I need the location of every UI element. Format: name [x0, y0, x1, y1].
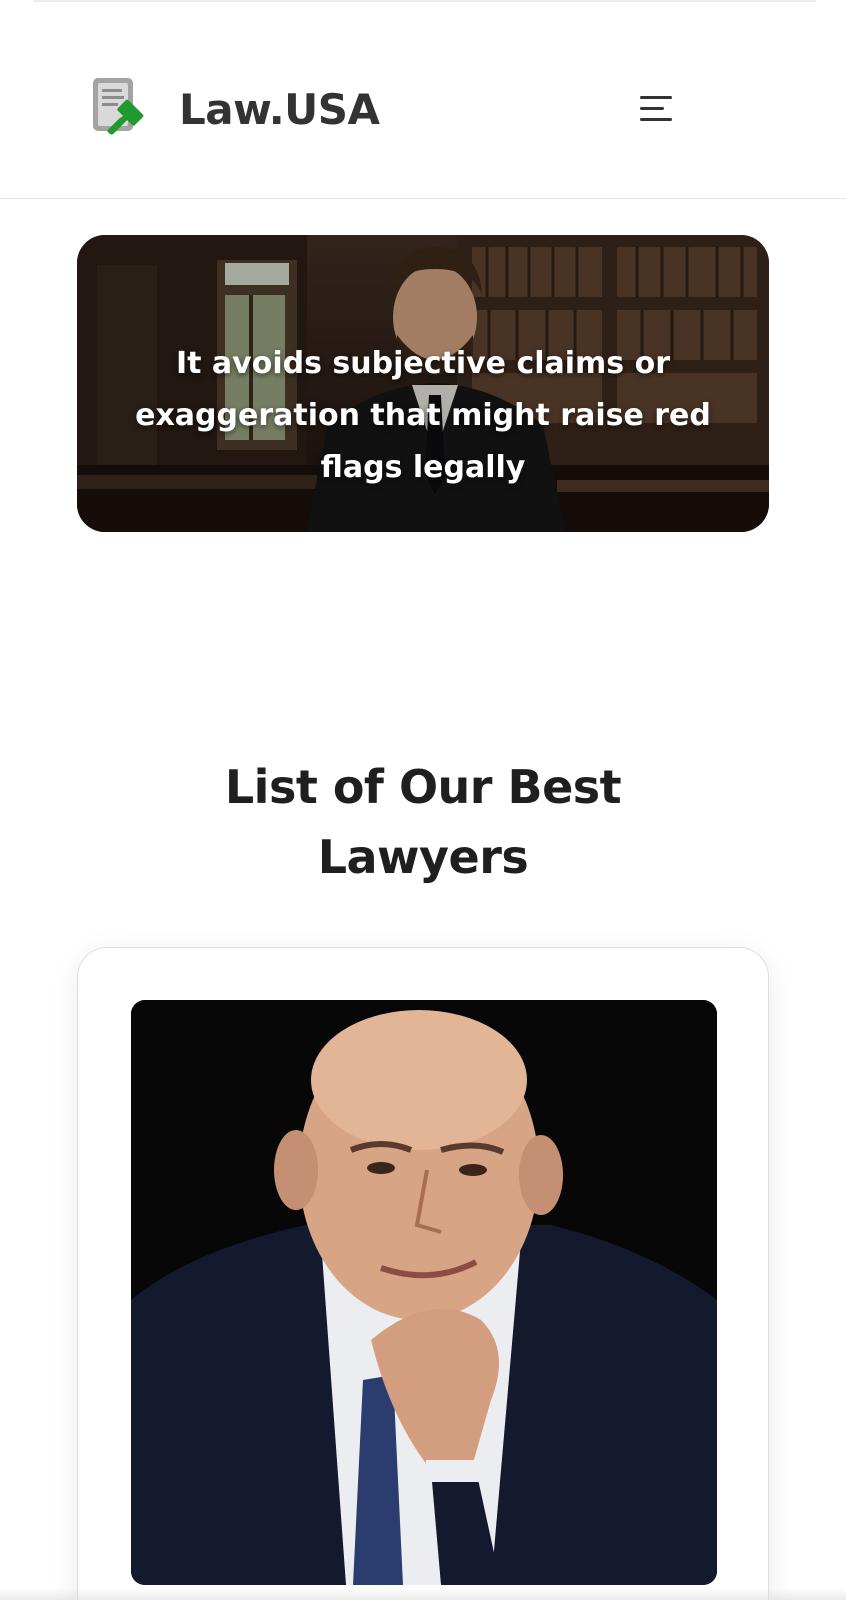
- bottom-fade: [0, 1588, 846, 1600]
- section-title: List of Our Best Lawyers: [224, 760, 622, 884]
- menu-line-bottom: [640, 118, 672, 121]
- site-header: Law.USA: [0, 2, 846, 199]
- menu-line-middle: [640, 107, 664, 110]
- lawyer-card[interactable]: [77, 947, 769, 1600]
- hero-banner: It avoids subjective claims or exaggerat…: [77, 235, 769, 532]
- menu-line-top: [640, 96, 672, 99]
- brand-name[interactable]: Law.USA: [179, 82, 380, 138]
- gavel-document-icon[interactable]: [92, 77, 154, 139]
- lawyer-photo: [131, 1000, 717, 1585]
- page: Law.USA It avoids subjective claims or e…: [0, 0, 846, 1600]
- hamburger-menu-icon[interactable]: [636, 90, 680, 126]
- hero-tagline: It avoids subjective claims or exaggerat…: [135, 346, 711, 485]
